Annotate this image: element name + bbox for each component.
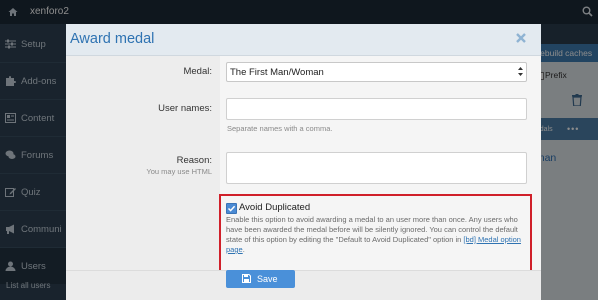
form-label-column [66,56,220,296]
save-button[interactable]: Save [226,270,295,288]
save-icon [242,274,251,283]
dialog-header: Award medal [66,24,541,56]
reason-label: Reason: [176,155,212,166]
select-arrows-icon [518,67,523,76]
dialog-title: Award medal [70,31,155,47]
avoid-duplicated-checkbox[interactable] [226,203,237,214]
checkmark-icon [227,205,236,212]
avoid-duplicated-label[interactable]: Avoid Duplicated [239,202,310,213]
usernames-label: User names: [158,103,212,114]
reason-textarea[interactable] [226,152,527,184]
usernames-input[interactable] [226,98,527,120]
save-label: Save [257,274,278,284]
medal-select-value: The First Man/Woman [230,67,324,78]
dialog-footer [66,270,541,300]
reason-hint: You may use HTML [146,167,212,176]
avoid-duplicated-explain: Enable this option to avoid awarding a m… [226,215,526,255]
usernames-hint: Separate names with a comma. [227,124,333,133]
award-medal-dialog: Award medal Medal: The First Man/Woman U… [66,24,541,300]
explain-text-end: . [242,245,245,254]
medal-label: Medal: [183,66,212,77]
medal-select[interactable]: The First Man/Woman [226,62,527,82]
close-icon[interactable] [515,32,527,44]
